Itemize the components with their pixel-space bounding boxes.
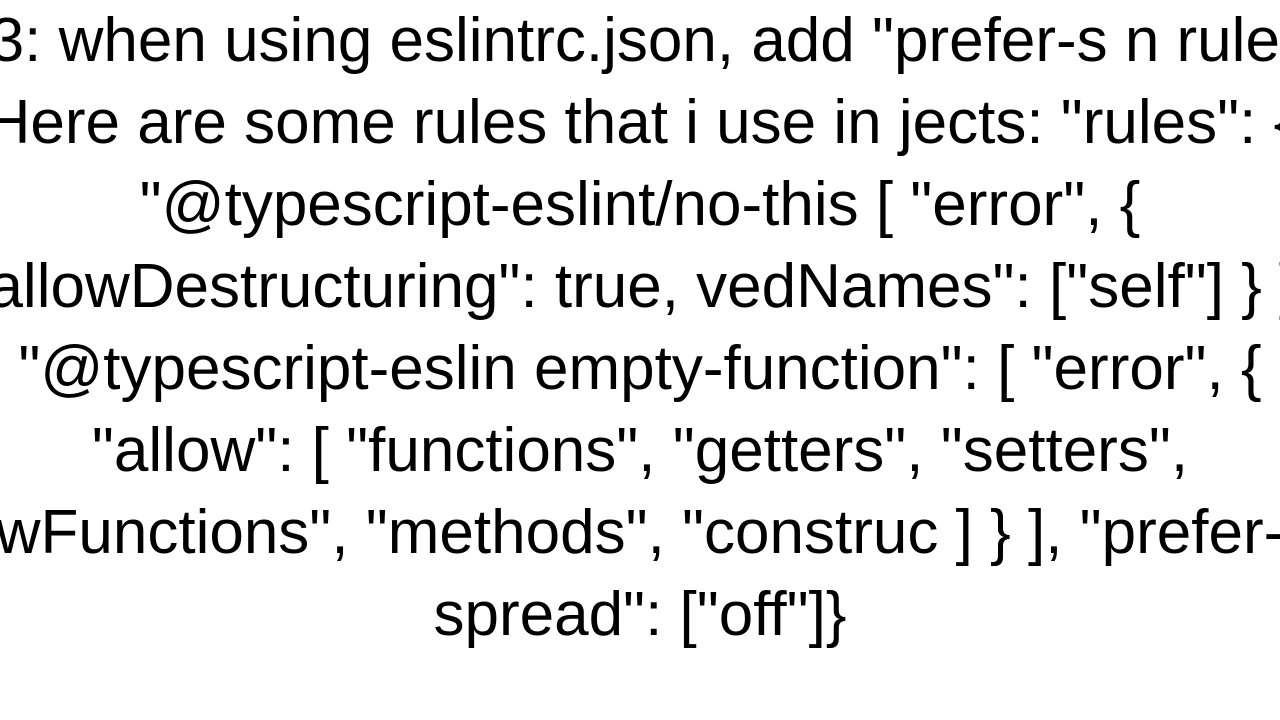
document-text-content: r 3: when using eslintrc.json, add "pref… <box>0 0 1280 656</box>
